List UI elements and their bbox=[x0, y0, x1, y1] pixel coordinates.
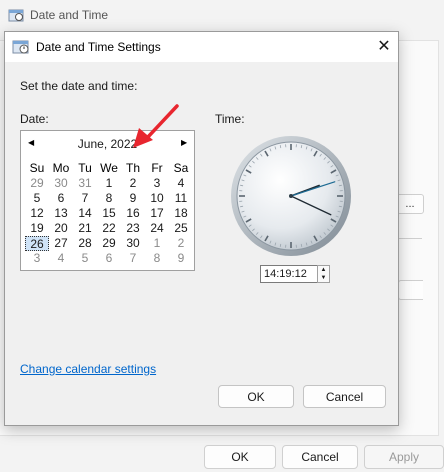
calendar-day[interactable]: 28 bbox=[73, 236, 97, 251]
date-label: Date: bbox=[20, 112, 49, 126]
spin-up-icon[interactable]: ▲ bbox=[318, 266, 329, 274]
spin-down-icon[interactable]: ▼ bbox=[318, 274, 329, 282]
calendar-week-row: 19 20 21 22 23 24 25 bbox=[25, 221, 193, 236]
ok-button[interactable]: OK bbox=[218, 385, 294, 408]
weekday-label: Mo bbox=[52, 161, 70, 175]
date-time-icon bbox=[8, 9, 24, 22]
time-label: Time: bbox=[215, 112, 245, 126]
weekday-label: Sa bbox=[173, 161, 189, 175]
calendar-day[interactable]: 8 bbox=[97, 191, 121, 206]
calendar-week-row: 29 30 31 1 2 3 4 bbox=[25, 176, 193, 191]
calendar-day[interactable]: 5 bbox=[25, 191, 49, 206]
calendar-day[interactable]: 31 bbox=[73, 176, 97, 191]
weekday-label: We bbox=[100, 161, 118, 175]
calendar-day[interactable]: 21 bbox=[73, 221, 97, 236]
background-ellipsis-button[interactable]: ... bbox=[396, 194, 424, 214]
calendar-day[interactable]: 2 bbox=[121, 176, 145, 191]
calendar-week-row: 12 13 14 15 16 17 18 bbox=[25, 206, 193, 221]
calendar-day[interactable]: 20 bbox=[49, 221, 73, 236]
calendar-day[interactable]: 2 bbox=[169, 236, 193, 251]
calendar-day[interactable]: 3 bbox=[25, 251, 49, 266]
dialog-heading: Set the date and time: bbox=[20, 79, 138, 93]
calendar-day[interactable]: 17 bbox=[145, 206, 169, 221]
weekday-label: Tu bbox=[78, 161, 92, 175]
calendar-day[interactable]: 13 bbox=[49, 206, 73, 221]
calendar-week-row: 26 27 28 29 30 1 2 bbox=[25, 236, 193, 251]
calendar-day[interactable]: 7 bbox=[121, 251, 145, 266]
calendar-day[interactable]: 1 bbox=[145, 236, 169, 251]
calendar-day[interactable]: 6 bbox=[49, 191, 73, 206]
calendar-weekday-row: Su Mo Tu We Th Fr Sa bbox=[25, 161, 193, 176]
calendar-day[interactable]: 1 bbox=[97, 176, 121, 191]
calendar-day[interactable]: 10 bbox=[145, 191, 169, 206]
background-titlebar: Date and Time bbox=[0, 0, 444, 30]
calendar-day[interactable]: 26 bbox=[25, 236, 49, 251]
calendar-day[interactable]: 23 bbox=[121, 221, 145, 236]
time-spinner: ▲ ▼ bbox=[317, 265, 330, 283]
calendar-day[interactable]: 4 bbox=[169, 176, 193, 191]
calendar-day[interactable]: 12 bbox=[25, 206, 49, 221]
calendar-day[interactable]: 16 bbox=[121, 206, 145, 221]
date-time-icon bbox=[12, 40, 29, 54]
calendar-day[interactable]: 19 bbox=[25, 221, 49, 236]
calendar-day[interactable]: 11 bbox=[169, 191, 193, 206]
background-divider bbox=[398, 238, 422, 239]
calendar-day[interactable]: 25 bbox=[169, 221, 193, 236]
annotation-arrow-icon bbox=[133, 104, 179, 148]
background-cancel-button[interactable]: Cancel bbox=[282, 445, 358, 469]
calendar-day[interactable]: 29 bbox=[97, 236, 121, 251]
calendar-day[interactable]: 29 bbox=[25, 176, 49, 191]
calendar-day[interactable]: 22 bbox=[97, 221, 121, 236]
weekday-label: Su bbox=[29, 161, 45, 175]
calendar-day[interactable]: 7 bbox=[73, 191, 97, 206]
calendar-day[interactable]: 9 bbox=[169, 251, 193, 266]
weekday-label: Fr bbox=[151, 161, 163, 175]
time-input[interactable]: 14:19:12 bbox=[260, 265, 318, 283]
dialog-title: Date and Time Settings bbox=[36, 40, 161, 54]
background-window-title: Date and Time bbox=[30, 8, 109, 22]
background-ok-button[interactable]: OK bbox=[204, 445, 276, 469]
background-apply-button[interactable]: Apply bbox=[364, 445, 444, 469]
calendar-week-row: 3456789 bbox=[25, 251, 193, 266]
date-time-settings-dialog: Date and Time Settings ✕ Set the date an… bbox=[4, 31, 399, 426]
analog-clock bbox=[231, 136, 351, 256]
weekday-label: Th bbox=[125, 161, 140, 175]
calendar-day[interactable]: 4 bbox=[49, 251, 73, 266]
background-field[interactable] bbox=[398, 280, 423, 300]
calendar-day[interactable]: 6 bbox=[97, 251, 121, 266]
calendar-day[interactable]: 27 bbox=[49, 236, 73, 251]
calendar-day[interactable]: 9 bbox=[121, 191, 145, 206]
calendar-grid: Su Mo Tu We Th Fr Sa 29 30 31 1 2 3 4 5 6 7 8 9 10 11 12 13 14 1… bbox=[25, 161, 193, 266]
calendar-day[interactable]: 24 bbox=[145, 221, 169, 236]
cancel-button[interactable]: Cancel bbox=[303, 385, 386, 408]
change-calendar-settings-link[interactable]: Change calendar settings bbox=[20, 362, 156, 376]
calendar-day[interactable]: 30 bbox=[49, 176, 73, 191]
calendar-day[interactable]: 3 bbox=[145, 176, 169, 191]
calendar-day[interactable]: 30 bbox=[121, 236, 145, 251]
calendar-day[interactable]: 15 bbox=[97, 206, 121, 221]
calendar-day[interactable]: 18 bbox=[169, 206, 193, 221]
close-icon[interactable]: ✕ bbox=[369, 32, 399, 62]
calendar-day[interactable]: 8 bbox=[145, 251, 169, 266]
calendar-week-row: 5 6 7 8 9 10 11 bbox=[25, 191, 193, 206]
calendar-day[interactable]: 5 bbox=[73, 251, 97, 266]
dialog-titlebar: Date and Time Settings ✕ bbox=[5, 32, 398, 62]
calendar-day[interactable]: 14 bbox=[73, 206, 97, 221]
